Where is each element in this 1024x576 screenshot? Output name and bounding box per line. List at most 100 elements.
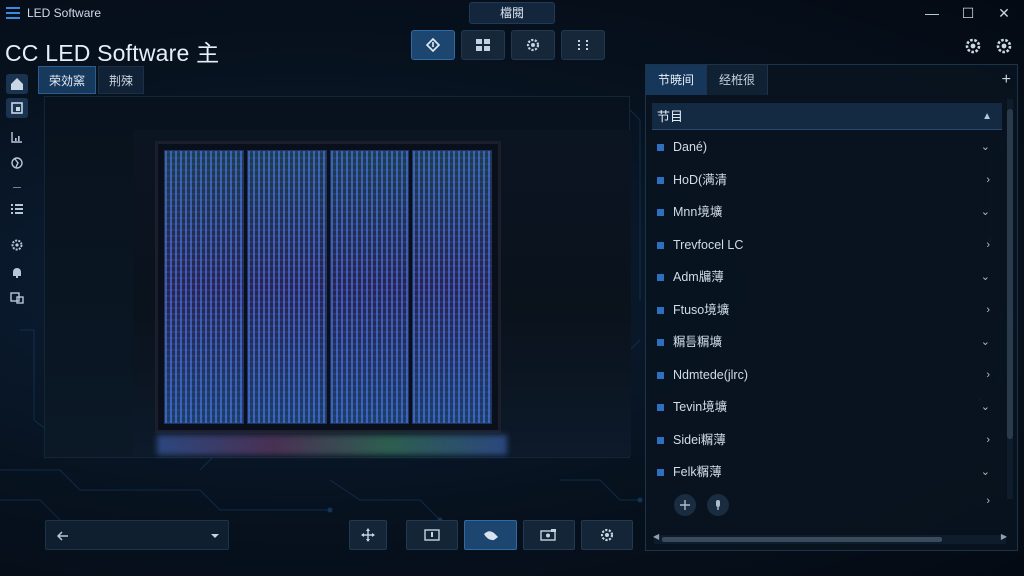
- led-preview-area[interactable]: [44, 96, 631, 458]
- main-toolbar: [411, 30, 605, 60]
- settings-icon: [526, 38, 540, 52]
- list-item[interactable]: Ftuso境壙 ›: [652, 294, 1002, 327]
- list-item[interactable]: Sidei糏薄 ›: [652, 424, 1002, 457]
- bullet-icon: [657, 176, 664, 184]
- expand-icon: ⌄: [980, 466, 990, 478]
- nav-devices[interactable]: [6, 288, 28, 308]
- nav-settings[interactable]: [6, 235, 28, 255]
- item-label: Felk糏薄: [673, 465, 722, 479]
- item-label: Ndmtede(jlrc): [673, 367, 749, 382]
- item-label: Ftuso境壙: [673, 302, 730, 317]
- title-center-tab[interactable]: 檔閱: [469, 2, 555, 24]
- expand-icon: ›: [986, 173, 990, 186]
- bullet-icon: [657, 404, 664, 411]
- led-panel: [329, 150, 410, 424]
- chart-icon: [11, 132, 22, 143]
- record-button[interactable]: [707, 493, 729, 516]
- dots-grid-icon: [578, 40, 588, 50]
- expand-icon: ›: [986, 433, 990, 446]
- bullet-icon: [657, 339, 664, 346]
- arrow-left-icon: [56, 531, 68, 541]
- bullet-icon: [657, 469, 664, 476]
- frame-button[interactable]: [406, 520, 458, 550]
- toolbar-grid-button[interactable]: [561, 30, 605, 60]
- expand-icon: ⌄: [980, 401, 990, 413]
- nav-alerts[interactable]: [6, 262, 28, 282]
- maximize-button[interactable]: ☐: [954, 3, 982, 23]
- bullet-icon: [657, 209, 664, 216]
- tab-program[interactable]: 节暁间: [646, 65, 708, 95]
- add-button[interactable]: +: [1002, 71, 1011, 89]
- list-item[interactable]: Dané) ⌄: [652, 131, 1002, 164]
- expand-icon: ⌄: [980, 206, 990, 218]
- camera-icon: [540, 529, 556, 541]
- tab-center-2[interactable]: 荆殐: [98, 66, 145, 94]
- list-item[interactable]: 糏틈糏壙 ⌄: [652, 326, 1002, 359]
- nav-files[interactable]: [6, 98, 28, 118]
- list-item[interactable]: Tevin境壙 ⌄: [652, 391, 1002, 424]
- capture-button[interactable]: [523, 520, 575, 550]
- floor-reflection: [157, 435, 507, 455]
- center-tabs: 荣効窯 荆殐: [38, 66, 145, 94]
- list-footer: ›: [652, 489, 1002, 523]
- horizontal-scrollbar[interactable]: ◀ ▶: [653, 532, 1007, 544]
- bell-icon: [13, 268, 21, 278]
- app-menu-icon[interactable]: [6, 7, 20, 19]
- toolbar-select-button[interactable]: [411, 30, 455, 60]
- scroll-thumb[interactable]: [662, 537, 942, 542]
- nav-network[interactable]: [6, 153, 28, 173]
- item-label: Mnn境壙: [673, 205, 723, 219]
- pan-button[interactable]: [464, 520, 517, 550]
- devices-icon: [10, 292, 24, 304]
- expand-icon: ›: [986, 368, 990, 381]
- scroll-thumb[interactable]: [1007, 109, 1013, 439]
- rail-divider: [13, 187, 21, 188]
- program-panel: 节暁间 经栣很 + 节目 ▲ Dané) ⌄ HoD(满清 › Mnn境壙 ⌄ Tre…: [645, 64, 1018, 551]
- header-gear-button[interactable]: [963, 36, 983, 56]
- list-item[interactable]: Felk糏薄 ⌄: [652, 456, 1002, 489]
- grid-layout-icon: [476, 39, 490, 51]
- list-item[interactable]: Adm牖薄 ⌄: [652, 261, 1002, 294]
- led-wall-image: [155, 141, 501, 433]
- list-item[interactable]: HoD(满清 ›: [652, 164, 1002, 197]
- header-settings-button[interactable]: [994, 36, 1014, 56]
- list-item[interactable]: Mnn境壙 ⌄: [652, 196, 1002, 229]
- move-icon: [680, 499, 690, 510]
- nav-home[interactable]: [6, 74, 28, 94]
- chevron-down-icon: [211, 534, 219, 538]
- item-label: Tevin境壙: [673, 400, 728, 414]
- led-panel: [412, 150, 492, 424]
- item-label: Dané): [673, 140, 708, 154]
- list-item[interactable]: Trevfocel LC ›: [652, 229, 1002, 262]
- tab-center-1[interactable]: 荣効窯: [38, 66, 97, 94]
- expand-icon: ›: [986, 303, 990, 316]
- expand-icon: ›: [986, 238, 990, 251]
- tab-schedule[interactable]: 经栣很: [707, 65, 769, 95]
- preview-settings-button[interactable]: [581, 520, 633, 550]
- scroll-right-icon[interactable]: ▶: [1001, 532, 1007, 541]
- globe-icon: [11, 157, 23, 169]
- vertical-scrollbar[interactable]: [1007, 99, 1013, 499]
- toolbar-layout-button[interactable]: [461, 30, 505, 60]
- left-icon-rail: [0, 68, 34, 318]
- minimize-button[interactable]: —: [918, 3, 946, 23]
- program-list-header[interactable]: 节目 ▲: [652, 103, 1002, 130]
- gear-icon: [11, 239, 23, 251]
- bullet-icon: [657, 436, 664, 444]
- close-button[interactable]: ✕: [990, 3, 1018, 23]
- nav-stats[interactable]: [6, 127, 28, 147]
- list-item[interactable]: Ndmtede(jlrc) ›: [652, 359, 1002, 392]
- footer-arrow-icon[interactable]: ›: [986, 495, 990, 507]
- toolbar-settings-button[interactable]: [511, 30, 555, 60]
- scroll-left-icon[interactable]: ◀: [653, 532, 659, 541]
- move-button[interactable]: [349, 520, 387, 550]
- navigation-select[interactable]: [45, 520, 229, 550]
- nav-list[interactable]: [6, 199, 28, 219]
- bullet-icon: [657, 144, 664, 151]
- settings-icon: [996, 38, 1012, 54]
- move-item-button[interactable]: [674, 493, 696, 516]
- microphone-icon: [716, 499, 720, 510]
- panel-tabs: 节暁间 经栣很: [646, 65, 769, 95]
- led-panel: [164, 150, 244, 424]
- frame-icon: [424, 529, 440, 541]
